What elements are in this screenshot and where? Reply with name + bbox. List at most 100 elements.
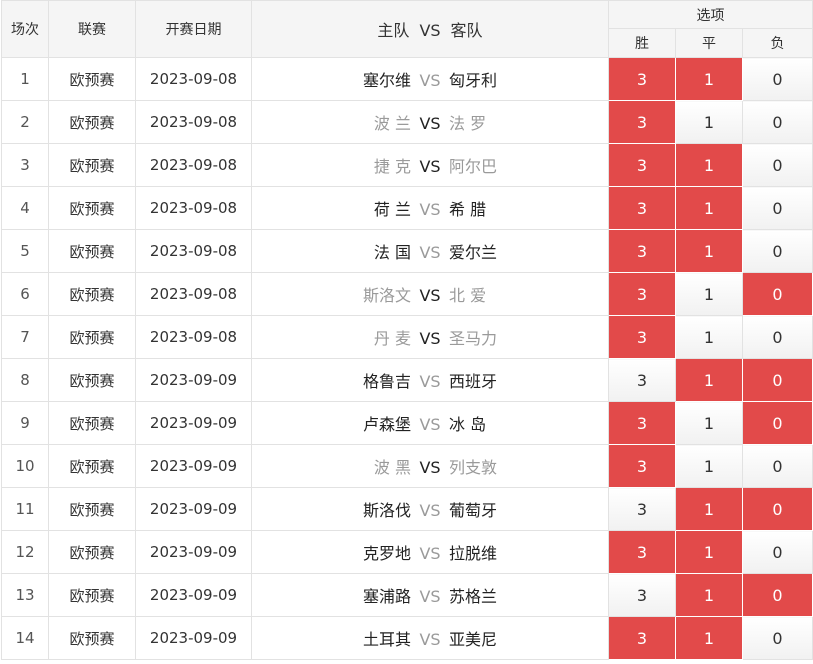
match-league: 欧预赛 — [48, 229, 136, 273]
header-away: 客队 — [450, 21, 483, 40]
option-draw[interactable]: 1 — [675, 616, 743, 660]
match-date: 2023-09-08 — [135, 143, 252, 187]
option-lose[interactable]: 0 — [741, 530, 813, 574]
matchup-cell: 法 国 VS 爱尔兰 — [251, 229, 609, 273]
table-row: 8 欧预赛 2023-09-09 格鲁吉 VS 西班牙 3 1 0 — [1, 358, 813, 402]
option-win[interactable]: 3 — [608, 100, 676, 144]
away-team: 葡萄牙 — [449, 501, 498, 520]
header-opt-lose: 负 — [741, 28, 813, 58]
vs-label: VS — [419, 544, 441, 563]
match-date: 2023-09-08 — [135, 57, 252, 101]
table-row: 12 欧预赛 2023-09-09 克罗地 VS 拉脱维 3 1 0 — [1, 530, 813, 574]
matchup-cell: 丹 麦 VS 圣马力 — [251, 315, 609, 359]
table-row: 11 欧预赛 2023-09-09 斯洛伐 VS 葡萄牙 3 1 0 — [1, 487, 813, 531]
option-lose[interactable]: 0 — [741, 229, 813, 273]
option-draw[interactable]: 1 — [675, 487, 743, 531]
option-draw[interactable]: 1 — [675, 143, 743, 187]
match-league: 欧预赛 — [48, 315, 136, 359]
match-number: 7 — [1, 315, 49, 359]
option-draw[interactable]: 1 — [675, 229, 743, 273]
away-team: 拉脱维 — [449, 544, 498, 563]
vs-label: VS — [419, 415, 441, 434]
option-lose[interactable]: 0 — [741, 100, 813, 144]
option-win[interactable]: 3 — [608, 573, 676, 617]
option-draw[interactable]: 1 — [675, 100, 743, 144]
option-lose[interactable]: 0 — [741, 57, 813, 101]
option-lose[interactable]: 0 — [741, 272, 813, 316]
header-opt-win: 胜 — [608, 28, 676, 58]
option-lose[interactable]: 0 — [741, 186, 813, 230]
table-body: 1 欧预赛 2023-09-08 塞尔维 VS 匈牙利 3 1 0 2 欧预赛 2023-09-08 波… — [1, 57, 813, 660]
away-team: 列支敦 — [449, 458, 498, 477]
header-home: 主队 — [377, 21, 410, 40]
option-win[interactable]: 3 — [608, 315, 676, 359]
option-win[interactable]: 3 — [608, 616, 676, 660]
matchup-cell: 斯洛伐 VS 葡萄牙 — [251, 487, 609, 531]
away-team: 希 腊 — [449, 200, 487, 219]
option-lose[interactable]: 0 — [741, 358, 813, 402]
table-row: 3 欧预赛 2023-09-08 捷 克 VS 阿尔巴 3 1 0 — [1, 143, 813, 187]
option-lose[interactable]: 0 — [741, 143, 813, 187]
home-team: 卢森堡 — [362, 415, 411, 434]
option-lose[interactable]: 0 — [741, 487, 813, 531]
match-league: 欧预赛 — [48, 100, 136, 144]
table-row: 5 欧预赛 2023-09-08 法 国 VS 爱尔兰 3 1 0 — [1, 229, 813, 273]
away-team: 冰 岛 — [449, 415, 487, 434]
matchup-cell: 荷 兰 VS 希 腊 — [251, 186, 609, 230]
match-number: 9 — [1, 401, 49, 445]
away-team: 爱尔兰 — [449, 243, 498, 262]
match-table: 场次 联赛 开赛日期 主队 VS 客队 选项 胜 平 负 1 欧预赛 2023-09-0… — [1, 0, 813, 660]
match-league: 欧预赛 — [48, 186, 136, 230]
header-index: 场次 — [1, 0, 49, 58]
home-team: 丹 麦 — [373, 329, 411, 348]
away-team: 北 爱 — [449, 286, 487, 305]
match-league: 欧预赛 — [48, 358, 136, 402]
away-team: 苏格兰 — [449, 587, 498, 606]
option-win[interactable]: 3 — [608, 143, 676, 187]
option-draw[interactable]: 1 — [675, 573, 743, 617]
option-draw[interactable]: 1 — [675, 57, 743, 101]
away-team: 西班牙 — [449, 372, 498, 391]
vs-label: VS — [419, 71, 441, 90]
option-draw[interactable]: 1 — [675, 444, 743, 488]
option-draw[interactable]: 1 — [675, 186, 743, 230]
option-win[interactable]: 3 — [608, 530, 676, 574]
option-win[interactable]: 3 — [608, 401, 676, 445]
option-win[interactable]: 3 — [608, 358, 676, 402]
option-draw[interactable]: 1 — [675, 315, 743, 359]
option-lose[interactable]: 0 — [741, 315, 813, 359]
match-date: 2023-09-08 — [135, 315, 252, 359]
option-lose[interactable]: 0 — [741, 573, 813, 617]
match-number: 8 — [1, 358, 49, 402]
vs-label: VS — [419, 630, 441, 649]
option-win[interactable]: 3 — [608, 444, 676, 488]
table-row: 13 欧预赛 2023-09-09 塞浦路 VS 苏格兰 3 1 0 — [1, 573, 813, 617]
option-win[interactable]: 3 — [608, 186, 676, 230]
option-lose[interactable]: 0 — [741, 401, 813, 445]
header-vs: VS — [419, 21, 441, 40]
option-draw[interactable]: 1 — [675, 358, 743, 402]
vs-label: VS — [419, 157, 441, 176]
matchup-cell: 波 兰 VS 法 罗 — [251, 100, 609, 144]
table-row: 14 欧预赛 2023-09-09 土耳其 VS 亚美尼 3 1 0 — [1, 616, 813, 660]
option-draw[interactable]: 1 — [675, 530, 743, 574]
home-team: 土耳其 — [362, 630, 411, 649]
option-win[interactable]: 3 — [608, 487, 676, 531]
vs-label: VS — [419, 114, 441, 133]
option-win[interactable]: 3 — [608, 229, 676, 273]
match-number: 11 — [1, 487, 49, 531]
option-lose[interactable]: 0 — [741, 444, 813, 488]
option-lose[interactable]: 0 — [741, 616, 813, 660]
matchup-cell: 格鲁吉 VS 西班牙 — [251, 358, 609, 402]
option-draw[interactable]: 1 — [675, 272, 743, 316]
match-date: 2023-09-09 — [135, 358, 252, 402]
vs-label: VS — [419, 501, 441, 520]
match-league: 欧预赛 — [48, 487, 136, 531]
table-header: 场次 联赛 开赛日期 主队 VS 客队 选项 胜 平 负 — [1, 0, 813, 58]
table-row: 10 欧预赛 2023-09-09 波 黑 VS 列支敦 3 1 0 — [1, 444, 813, 488]
option-win[interactable]: 3 — [608, 272, 676, 316]
option-win[interactable]: 3 — [608, 57, 676, 101]
home-team: 塞浦路 — [362, 587, 411, 606]
table-row: 7 欧预赛 2023-09-08 丹 麦 VS 圣马力 3 1 0 — [1, 315, 813, 359]
option-draw[interactable]: 1 — [675, 401, 743, 445]
